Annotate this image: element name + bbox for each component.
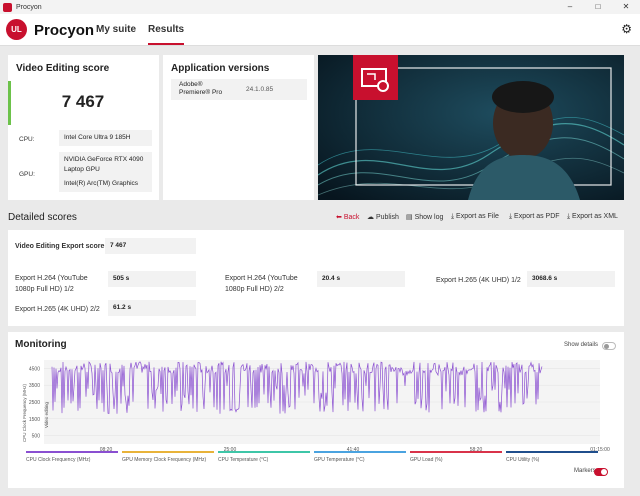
legend-color-swatch bbox=[314, 451, 406, 453]
y-tick-label: 4500 bbox=[29, 366, 40, 372]
application-versions-title: Application versions bbox=[171, 63, 270, 74]
minimize-button[interactable]: – bbox=[556, 0, 584, 14]
marker-label: Video editing bbox=[44, 402, 49, 428]
back-button[interactable]: ⬅ Back bbox=[336, 213, 359, 221]
video-editing-score: 7 467 bbox=[61, 92, 105, 111]
h265-part2-value: 61.2 s bbox=[108, 300, 196, 316]
document-icon: ▤ bbox=[406, 214, 415, 221]
gear-icon[interactable]: ⚙ bbox=[621, 22, 632, 36]
legend-label: GPU Load (%) bbox=[410, 457, 443, 463]
y-axis-label: CPU Clock Frequency (MHz) bbox=[22, 383, 27, 442]
gpu-value-primary: NVIDIA GeForce RTX 4090 Laptop GPU bbox=[64, 156, 144, 173]
app-name: Adobe® Premiere® Pro bbox=[179, 81, 223, 96]
h264-part1-label: Export H.264 (YouTube 1080p Full HD) 1/2 bbox=[15, 275, 88, 293]
back-label: Back bbox=[343, 214, 360, 221]
export-file-button[interactable]: ⤓ Export as File bbox=[451, 213, 499, 221]
export-pdf-label: Export as PDF bbox=[514, 213, 560, 220]
h264-part2-label: Export H.264 (YouTube 1080p Full HD) 2/2 bbox=[225, 275, 298, 293]
tab-my-suite[interactable]: My suite bbox=[96, 24, 136, 35]
window-titlebar: Procyon – □ ✕ bbox=[0, 0, 640, 14]
legend-label: GPU Temperature (°C) bbox=[314, 457, 365, 463]
window-controls: – □ ✕ bbox=[556, 0, 640, 14]
gpu-label: GPU: bbox=[19, 171, 35, 178]
monitoring-title: Monitoring bbox=[15, 339, 67, 350]
export-pdf-button[interactable]: ⤓ Export as PDF bbox=[509, 213, 560, 221]
export-score-value: 7 467 bbox=[105, 238, 196, 254]
show-log-label: Show log bbox=[414, 214, 444, 221]
markers-label: Markers bbox=[574, 468, 596, 474]
publish-button[interactable]: ☁ Publish bbox=[367, 213, 399, 221]
legend-item[interactable]: GPU Load (%) bbox=[410, 451, 502, 463]
markers-toggle[interactable] bbox=[594, 468, 608, 476]
cpu-value: Intel Core Ultra 9 185H bbox=[59, 130, 152, 146]
gpu-values: NVIDIA GeForce RTX 4090 Laptop GPU Intel… bbox=[59, 152, 152, 192]
brand-name: Procyon bbox=[34, 22, 95, 39]
legend-color-swatch bbox=[218, 451, 310, 453]
legend-label: CPU Clock Frequency (MHz) bbox=[26, 457, 91, 463]
show-details-toggle[interactable] bbox=[602, 342, 616, 350]
top-navigation: UL Procyon My suite Results ⚙ bbox=[0, 14, 640, 46]
score-card: Video Editing score 7 467 CPU: Intel Cor… bbox=[8, 55, 159, 200]
export-xml-label: Export as XML bbox=[572, 213, 618, 220]
monitoring-chart: 4500 3500 2500 1500 500 CPU Clock Frequency (… bbox=[22, 360, 610, 453]
monitoring-card: Monitoring Show details 4500 3500 2500 1500… bbox=[8, 332, 624, 488]
media-tile-icon bbox=[353, 55, 398, 100]
ul-logo: UL bbox=[6, 19, 27, 40]
h265-part2-label: Export H.265 (4K UHD) 2/2 bbox=[15, 306, 100, 313]
y-tick-label: 1500 bbox=[29, 417, 40, 423]
legend-item[interactable]: CPU Temperature (°C) bbox=[218, 451, 310, 463]
export-score-label: Video Editing Export score bbox=[15, 243, 105, 250]
score-card-title: Video Editing score bbox=[16, 63, 110, 74]
video-editing-icon bbox=[361, 68, 389, 92]
legend-label: GPU Memory Clock Frequency (MHz) bbox=[122, 457, 207, 463]
legend-color-swatch bbox=[506, 451, 598, 453]
gpu-value-secondary: Intel(R) Arc(TM) Graphics bbox=[64, 180, 139, 187]
h265-part1-value: 3068.6 s bbox=[527, 271, 615, 287]
show-details-label: Show details bbox=[564, 342, 599, 348]
app-version-row: Adobe® Premiere® Pro 24.1.0.85 bbox=[171, 79, 307, 100]
h264-part1-value: 505 s bbox=[108, 271, 196, 287]
legend-item[interactable]: CPU Clock Frequency (MHz) bbox=[26, 451, 118, 463]
show-log-button[interactable]: ▤ Show log bbox=[406, 213, 443, 221]
h265-part1-label: Export H.265 (4K UHD) 1/2 bbox=[436, 277, 521, 284]
y-tick-label: 2500 bbox=[29, 400, 40, 406]
export-xml-button[interactable]: ⤓ Export as XML bbox=[567, 213, 618, 221]
legend-item[interactable]: CPU Utility (%) bbox=[506, 451, 598, 463]
legend-label: CPU Temperature (°C) bbox=[218, 457, 269, 463]
publish-label: Publish bbox=[375, 214, 399, 221]
legend-color-swatch bbox=[122, 451, 214, 453]
legend-color-swatch bbox=[410, 451, 502, 453]
y-tick-label: 500 bbox=[32, 434, 41, 440]
detailed-scores-title: Detailed scores bbox=[8, 212, 77, 223]
legend-label: CPU Utility (%) bbox=[506, 457, 540, 463]
close-button[interactable]: ✕ bbox=[612, 0, 640, 14]
hero-image bbox=[318, 55, 624, 200]
detailed-scores-card: Video Editing Export score 7 467 Export … bbox=[8, 230, 624, 326]
export-file-label: Export as File bbox=[456, 213, 499, 220]
tab-results[interactable]: Results bbox=[148, 24, 185, 45]
window-title: Procyon bbox=[16, 3, 42, 11]
legend-item[interactable]: GPU Temperature (°C) bbox=[314, 451, 406, 463]
cloud-upload-icon: ☁ bbox=[367, 214, 376, 221]
maximize-button[interactable]: □ bbox=[584, 0, 612, 14]
back-arrow-icon: ⬅ bbox=[336, 214, 344, 221]
app-version: 24.1.0.85 bbox=[246, 86, 274, 93]
app-icon bbox=[3, 2, 12, 12]
cpu-label: CPU: bbox=[19, 136, 35, 143]
y-tick-label: 3500 bbox=[29, 383, 40, 389]
legend-item[interactable]: GPU Memory Clock Frequency (MHz) bbox=[122, 451, 214, 463]
legend-color-swatch bbox=[26, 451, 118, 453]
application-versions-card: Application versions Adobe® Premiere® Pr… bbox=[163, 55, 314, 200]
h264-part2-value: 20.4 s bbox=[317, 271, 405, 287]
